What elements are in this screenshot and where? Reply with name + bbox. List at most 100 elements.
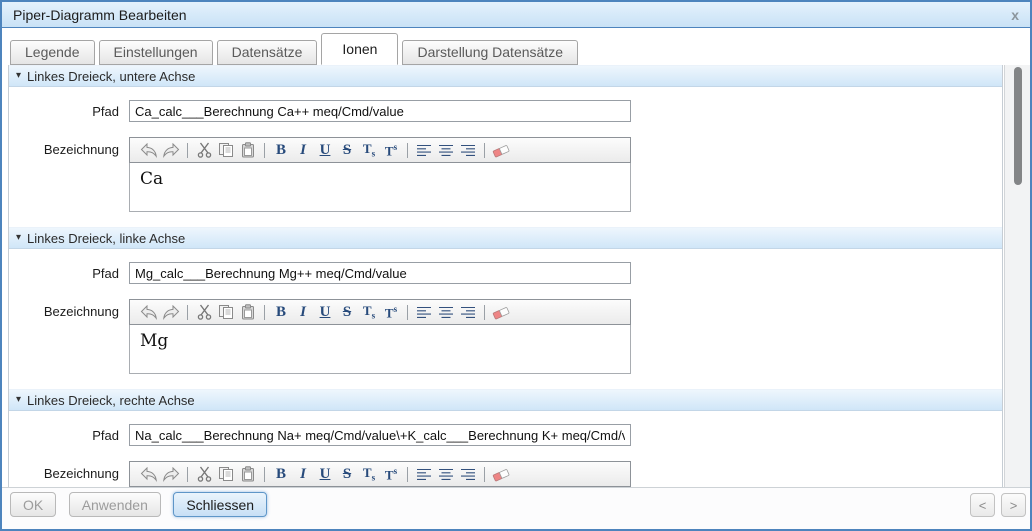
tab-legende[interactable]: Legende — [10, 40, 95, 65]
align-right-icon[interactable] — [457, 302, 479, 322]
bezeichnung-editor-linke-achse[interactable]: Mg — [129, 325, 631, 374]
remove-format-icon[interactable] — [490, 140, 512, 160]
toolbar-separator — [187, 466, 188, 482]
bezeichnung-editor-untere-achse[interactable]: Ca — [129, 163, 631, 212]
bezeichnung-label: Bezeichnung — [43, 466, 119, 481]
copy-icon[interactable] — [215, 464, 237, 484]
pfad-row: Pfad — [9, 262, 1002, 284]
align-center-icon[interactable] — [435, 140, 457, 160]
paste-icon[interactable] — [237, 140, 259, 160]
scrollbar-thumb[interactable] — [1014, 67, 1022, 185]
superscript-icon[interactable]: Ts — [380, 140, 402, 160]
prev-button[interactable]: < — [970, 493, 995, 517]
redo-icon[interactable] — [160, 302, 182, 322]
collapse-arrow-icon: ▾ — [16, 232, 22, 243]
tab-ionen[interactable]: Ionen — [321, 33, 399, 65]
superscript-icon[interactable]: Ts — [380, 302, 402, 322]
strikethrough-icon[interactable]: S — [336, 464, 358, 484]
close-icon[interactable]: x — [1011, 8, 1019, 22]
italic-icon[interactable]: I — [292, 140, 314, 160]
section-title: Linkes Dreieck, rechte Achse — [27, 392, 195, 408]
subscript-icon[interactable]: Ts — [358, 140, 380, 160]
dialog-piper-diagramm: Piper-Diagramm Bearbeiten x Legende Eins… — [0, 0, 1032, 531]
richtext-editor: B I U S Ts Ts — [129, 461, 631, 487]
redo-icon[interactable] — [160, 140, 182, 160]
align-center-icon[interactable] — [435, 302, 457, 322]
paste-icon[interactable] — [237, 464, 259, 484]
cut-icon[interactable] — [193, 140, 215, 160]
close-button[interactable]: Schliessen — [173, 492, 268, 517]
strikethrough-icon[interactable]: S — [336, 302, 358, 322]
bezeichnung-label: Bezeichnung — [43, 304, 119, 319]
bezeichnung-row: Bezeichnung B I U S Ts Ts — [9, 461, 1002, 487]
footer-bar: OK Anwenden Schliessen < > — [2, 487, 1030, 529]
bold-icon[interactable]: B — [270, 302, 292, 322]
toolbar-separator — [484, 304, 485, 320]
pfad-input-untere-achse[interactable] — [129, 100, 631, 122]
section-header-rechte-achse[interactable]: ▾ Linkes Dreieck, rechte Achse — [9, 389, 1002, 411]
tab-einstellungen[interactable]: Einstellungen — [98, 40, 213, 65]
toolbar-separator — [264, 466, 265, 482]
tab-darstellung-datensaetze[interactable]: Darstellung Datensätze — [402, 40, 578, 65]
undo-icon[interactable] — [138, 464, 160, 484]
ok-button[interactable]: OK — [10, 492, 57, 517]
richtext-toolbar: B I U S Ts Ts — [129, 299, 631, 325]
section-header-linke-achse[interactable]: ▾ Linkes Dreieck, linke Achse — [9, 227, 1002, 249]
cut-icon[interactable] — [193, 302, 215, 322]
vertical-scrollbar[interactable] — [1004, 65, 1030, 487]
bold-icon[interactable]: B — [270, 464, 292, 484]
richtext-editor: B I U S Ts Ts Ca — [129, 137, 631, 212]
align-right-icon[interactable] — [457, 464, 479, 484]
collapse-arrow-icon: ▾ — [16, 394, 22, 405]
apply-button[interactable]: Anwenden — [68, 492, 161, 517]
undo-icon[interactable] — [138, 140, 160, 160]
section-title: Linkes Dreieck, linke Achse — [27, 230, 186, 246]
underline-icon[interactable]: U — [314, 140, 336, 160]
cut-icon[interactable] — [193, 464, 215, 484]
redo-icon[interactable] — [160, 464, 182, 484]
underline-icon[interactable]: U — [314, 302, 336, 322]
remove-format-icon[interactable] — [490, 302, 512, 322]
italic-icon[interactable]: I — [292, 464, 314, 484]
copy-icon[interactable] — [215, 302, 237, 322]
bezeichnung-row: Bezeichnung B I U S Ts Ts — [9, 137, 1002, 212]
toolbar-separator — [484, 142, 485, 158]
copy-icon[interactable] — [215, 140, 237, 160]
align-right-icon[interactable] — [457, 140, 479, 160]
pfad-input-rechte-achse[interactable] — [129, 424, 631, 446]
subscript-icon[interactable]: Ts — [358, 464, 380, 484]
italic-icon[interactable]: I — [292, 302, 314, 322]
align-left-icon[interactable] — [413, 140, 435, 160]
toolbar-separator — [407, 142, 408, 158]
underline-icon[interactable]: U — [314, 464, 336, 484]
remove-format-icon[interactable] — [490, 464, 512, 484]
toolbar-separator — [407, 304, 408, 320]
paste-icon[interactable] — [237, 302, 259, 322]
align-left-icon[interactable] — [413, 464, 435, 484]
toolbar-separator — [264, 142, 265, 158]
align-left-icon[interactable] — [413, 302, 435, 322]
bezeichnung-row: Bezeichnung B I U S Ts Ts — [9, 299, 1002, 374]
richtext-toolbar: B I U S Ts Ts — [129, 137, 631, 163]
bezeichnung-label: Bezeichnung — [43, 142, 119, 157]
strikethrough-icon[interactable]: S — [336, 140, 358, 160]
align-center-icon[interactable] — [435, 464, 457, 484]
dialog-title: Piper-Diagramm Bearbeiten — [13, 6, 187, 23]
section-title: Linkes Dreieck, untere Achse — [27, 68, 196, 84]
undo-icon[interactable] — [138, 302, 160, 322]
bold-icon[interactable]: B — [270, 140, 292, 160]
subscript-icon[interactable]: Ts — [358, 302, 380, 322]
richtext-toolbar: B I U S Ts Ts — [129, 461, 631, 487]
pfad-input-linke-achse[interactable] — [129, 262, 631, 284]
title-bar: Piper-Diagramm Bearbeiten x — [2, 2, 1030, 28]
toolbar-separator — [407, 466, 408, 482]
collapse-arrow-icon: ▾ — [16, 70, 22, 81]
pfad-row: Pfad — [9, 100, 1002, 122]
superscript-icon[interactable]: Ts — [380, 464, 402, 484]
next-button[interactable]: > — [1001, 493, 1026, 517]
tab-datensaetze[interactable]: Datensätze — [216, 40, 318, 65]
pfad-row: Pfad — [9, 424, 1002, 446]
section-header-untere-achse[interactable]: ▾ Linkes Dreieck, untere Achse — [9, 65, 1002, 87]
tab-bar: Legende Einstellungen Datensätze Ionen D… — [2, 28, 1030, 65]
toolbar-separator — [264, 304, 265, 320]
